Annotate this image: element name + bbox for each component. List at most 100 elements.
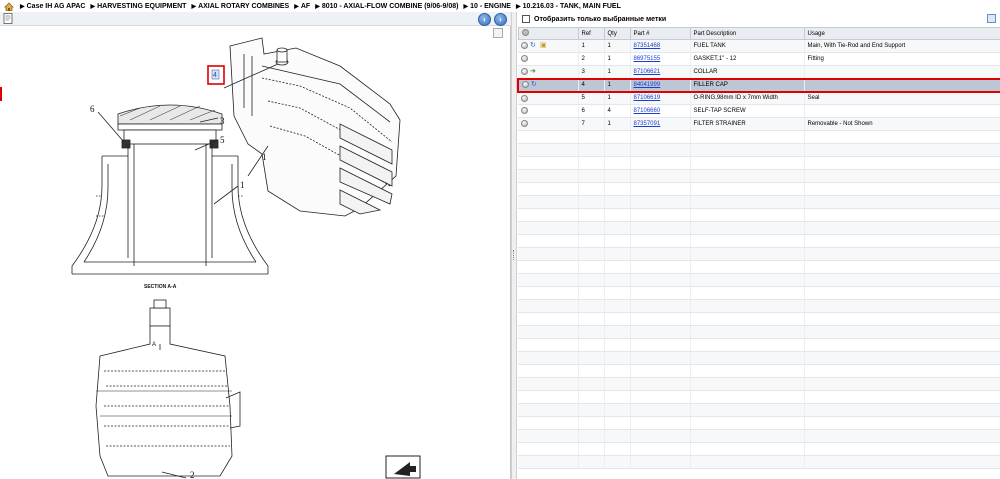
- column-header-description[interactable]: Part Description: [689, 27, 805, 40]
- row-select-icon[interactable]: [521, 120, 528, 128]
- empty-cell: [690, 338, 805, 352]
- breadcrumb-label[interactable]: 10.216.03 - TANK, MAIN FUEL: [523, 3, 621, 10]
- table-row[interactable]: 7 1 87357091 FILTER STRAINER Removable - Not…: [518, 117, 1000, 131]
- table-header: Ref Qty Part # Part Description Usage: [517, 27, 1000, 40]
- empty-cell: [804, 312, 1000, 326]
- part-number-link[interactable]: 84041999: [634, 82, 661, 88]
- breadcrumb-item[interactable]: ▶ HARVESTING EQUIPMENT: [91, 3, 187, 10]
- arrow-right-icon[interactable]: ›: [494, 13, 507, 26]
- breadcrumb-item[interactable]: ▶ 10 - ENGINE: [463, 3, 510, 10]
- breadcrumb-item[interactable]: ▶ 10.216.03 - TANK, MAIN FUEL: [516, 3, 621, 10]
- empty-cell: [578, 130, 605, 144]
- breadcrumb-item[interactable]: ▶ Case IH AG APAC: [20, 3, 86, 10]
- column-header-actions[interactable]: [517, 27, 579, 40]
- row-select-icon[interactable]: [521, 42, 528, 50]
- empty-cell: [578, 169, 605, 183]
- table-row[interactable]: ↻ 4 1 84041999 FILLER CAP: [517, 77, 1000, 93]
- part-number-link[interactable]: 87351468: [634, 43, 661, 49]
- empty-cell: [578, 260, 605, 274]
- breadcrumb-label[interactable]: AXIAL ROTARY COMBINES: [198, 3, 289, 10]
- column-header-part-number[interactable]: Part #: [629, 27, 691, 40]
- table-row[interactable]: 2 1 86975155 GASKET,1" - 12 Fitting: [518, 52, 1000, 66]
- empty-cell: [578, 299, 605, 313]
- breadcrumb-label[interactable]: HARVESTING EQUIPMENT: [97, 3, 186, 10]
- column-header-usage[interactable]: Usage: [803, 27, 1000, 40]
- empty-cell: [630, 351, 691, 365]
- cell-part-number: 87106621: [630, 65, 691, 79]
- empty-row: [518, 377, 1000, 391]
- empty-cell: [518, 442, 579, 456]
- empty-cell: [578, 208, 605, 222]
- table-row[interactable]: 5 1 87106619 O-RING,98mm ID x 7mm Width Seal: [518, 91, 1000, 105]
- cell-qty: 1: [604, 117, 631, 131]
- table-row[interactable]: ➜ 3 1 87106621 COLLAR: [518, 65, 1000, 79]
- part-number-link[interactable]: 86975155: [634, 56, 661, 62]
- next-page-button[interactable]: [385, 455, 421, 479]
- part-number-link[interactable]: 87106660: [634, 108, 661, 114]
- empty-cell: [518, 182, 579, 196]
- fuel-tank-illustration: [223, 37, 401, 217]
- column-header-qty[interactable]: Qty: [603, 27, 631, 40]
- empty-row: [518, 325, 1000, 339]
- empty-cell: [578, 325, 605, 339]
- callout-1: 1: [262, 152, 267, 162]
- row-select-icon[interactable]: [522, 81, 529, 89]
- empty-cell: [604, 325, 631, 339]
- empty-cell: [690, 234, 805, 248]
- package-icon[interactable]: ▣: [540, 42, 548, 49]
- empty-cell: [690, 195, 805, 209]
- empty-cell: [578, 312, 605, 326]
- part-number-link[interactable]: 87106621: [634, 69, 661, 75]
- breadcrumb-label[interactable]: 8010 - AXIAL-FLOW COMBINE (9/06-9/08): [322, 3, 459, 10]
- column-header-ref[interactable]: Ref: [577, 27, 605, 40]
- empty-cell: [804, 364, 1000, 378]
- show-selected-checkbox[interactable]: [522, 15, 530, 23]
- empty-cell: [604, 455, 631, 469]
- empty-cell: [604, 143, 631, 157]
- home-icon[interactable]: [3, 0, 15, 12]
- cell-part-number: 84041999: [630, 77, 691, 93]
- info-icon[interactable]: ↻: [531, 81, 539, 88]
- empty-cell: [604, 403, 631, 417]
- breadcrumb-item[interactable]: ▶ AXIAL ROTARY COMBINES: [191, 3, 289, 10]
- replace-arrow-icon[interactable]: ➜: [530, 68, 538, 75]
- empty-cell: [804, 286, 1000, 300]
- select-all-icon[interactable]: [521, 29, 529, 36]
- breadcrumb-item[interactable]: ▶ AF: [294, 3, 310, 10]
- empty-cell: [804, 273, 1000, 287]
- part-number-link[interactable]: 87106619: [634, 95, 661, 101]
- breadcrumb-separator: ▶: [515, 3, 521, 10]
- cell-part-number: 86975155: [630, 52, 691, 66]
- callout-3: 3: [220, 116, 225, 126]
- breadcrumb-label[interactable]: 10 - ENGINE: [470, 3, 511, 10]
- empty-cell: [518, 156, 579, 170]
- info-icon[interactable]: ↻: [530, 42, 538, 49]
- settings-icon[interactable]: [987, 14, 996, 23]
- empty-cell: [804, 403, 1000, 417]
- empty-cell: [690, 286, 805, 300]
- empty-cell: [518, 260, 579, 274]
- row-select-icon[interactable]: [521, 55, 528, 63]
- empty-cell: [604, 364, 631, 378]
- arrow-left-icon[interactable]: ‹: [478, 13, 491, 26]
- filter-bar: Отобразить только выбранные метки: [517, 12, 1000, 26]
- table-row[interactable]: ↻ ▣ 1 1 87351468 FUEL TANK Main, With Tie-Rod …: [518, 39, 1000, 53]
- empty-cell: [604, 442, 631, 456]
- empty-cell: [604, 429, 631, 443]
- table-row[interactable]: 6 4 87106660 SELF-TAP SCREW: [518, 104, 1000, 118]
- breadcrumb-item[interactable]: ▶ 8010 - AXIAL-FLOW COMBINE (9/06-9/08): [315, 3, 458, 10]
- row-select-icon[interactable]: [521, 107, 528, 115]
- row-select-icon[interactable]: [521, 68, 528, 76]
- breadcrumb-separator: ▶: [20, 3, 25, 10]
- empty-cell: [690, 377, 805, 391]
- breadcrumb-label[interactable]: Case IH AG APAC: [27, 3, 86, 10]
- breadcrumb-label[interactable]: AF: [301, 3, 310, 10]
- empty-cell: [630, 143, 691, 157]
- row-select-icon[interactable]: [521, 94, 528, 102]
- cell-part-number: 87106660: [630, 104, 691, 118]
- part-number-link[interactable]: 87357091: [634, 121, 661, 127]
- cell-qty: 1: [604, 52, 631, 66]
- print-icon[interactable]: [3, 13, 13, 24]
- cell-description: O-RING,98mm ID x 7mm Width: [690, 91, 805, 105]
- callout-4[interactable]: 4: [213, 72, 217, 79]
